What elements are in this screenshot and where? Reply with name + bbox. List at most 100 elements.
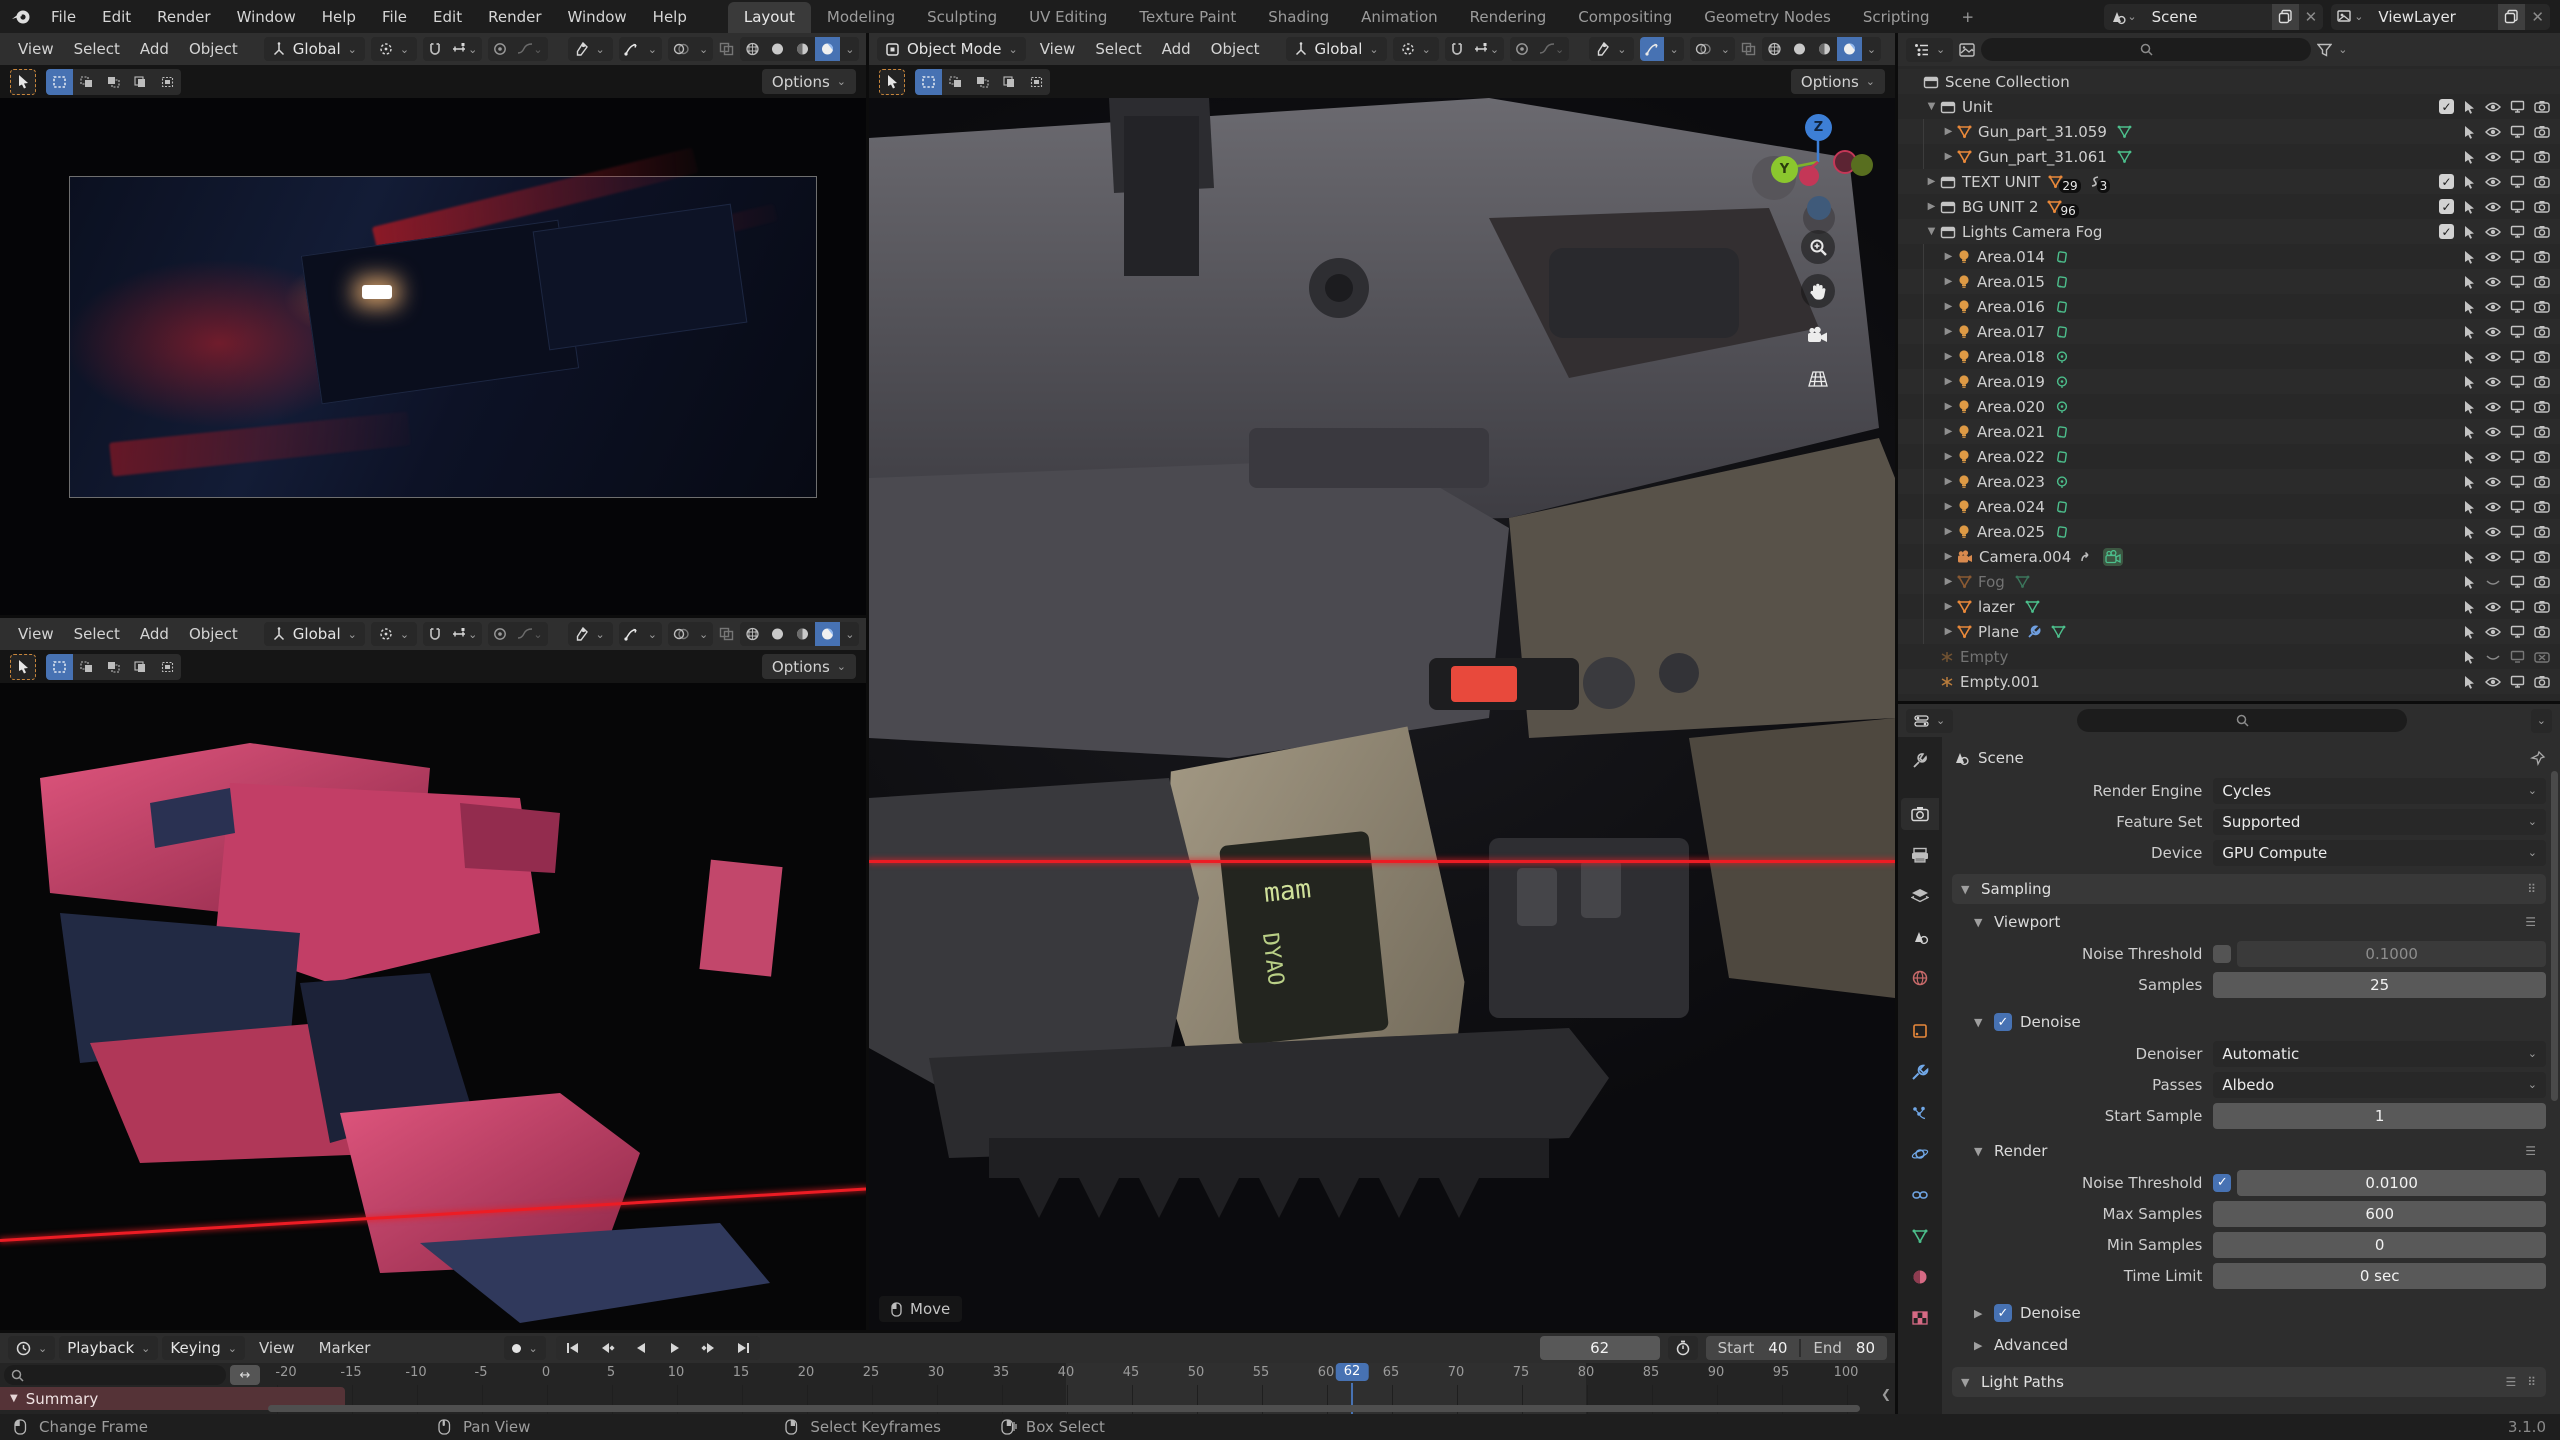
expand-closed-icon[interactable]: ▶: [1940, 276, 1957, 287]
select-intersect-icon[interactable]: [154, 654, 181, 680]
viewlayer-icon[interactable]: ⌄: [2331, 4, 2368, 30]
expand-closed-icon[interactable]: ▶: [1923, 176, 1940, 187]
properties-tab-view-layer[interactable]: [1901, 880, 1939, 912]
select-tool-icon[interactable]: [879, 69, 905, 95]
disable-render-icon[interactable]: [2534, 575, 2550, 588]
disable-render-icon[interactable]: [2534, 475, 2550, 488]
xray-toggle-icon[interactable]: [719, 42, 734, 56]
viewport-camera-canvas[interactable]: [0, 98, 866, 615]
overlays-dropdown[interactable]: ⌄: [694, 622, 713, 646]
options-button[interactable]: Options⌄: [762, 654, 856, 679]
disable-render-icon[interactable]: [2534, 600, 2550, 613]
tab-uv-editing[interactable]: UV Editing: [1013, 2, 1123, 33]
viewlayer-copy-icon[interactable]: [2498, 4, 2525, 30]
show-gizmo-icon[interactable]: [619, 622, 643, 646]
jump-to-end-icon[interactable]: [726, 1336, 760, 1360]
disable-viewport-icon[interactable]: [2510, 400, 2525, 413]
options-button[interactable]: Options⌄: [1791, 69, 1885, 94]
shading-rendered-icon[interactable]: [815, 622, 840, 646]
disable-viewport-off-icon[interactable]: [2510, 650, 2525, 663]
outliner-row-area-022[interactable]: ▶Area.022: [1898, 444, 2560, 469]
orientation-dropdown[interactable]: Global⌄: [264, 37, 365, 61]
snap-target-dropdown[interactable]: ⌄: [1469, 37, 1504, 61]
expand-closed-icon[interactable]: ▶: [1940, 501, 1957, 512]
select-invert-icon[interactable]: [127, 69, 154, 95]
select-pointer-icon[interactable]: [2463, 300, 2476, 314]
select-box-icon[interactable]: [46, 654, 73, 680]
tab-layout[interactable]: Layout: [728, 2, 811, 33]
overlays-dropdown[interactable]: ⌄: [694, 37, 713, 61]
select-pointer-icon[interactable]: [2463, 550, 2476, 564]
annotate-dropdown[interactable]: ⌄: [568, 622, 613, 646]
axis-y[interactable]: Y: [1771, 156, 1798, 183]
expand-channels-icon[interactable]: ↔: [230, 1365, 260, 1385]
expand-closed-icon[interactable]: ▶: [1940, 301, 1957, 312]
expand-open-icon[interactable]: ▼: [1923, 101, 1940, 112]
disable-viewport-icon[interactable]: [2510, 450, 2525, 463]
outliner-item-label[interactable]: Area.019: [1977, 373, 2045, 391]
snap-magnet-icon[interactable]: [1445, 37, 1469, 61]
keying-menu[interactable]: Keying⌄: [162, 1336, 245, 1360]
outliner-row-gun-part-31-061[interactable]: ▶Gun_part_31.061: [1898, 144, 2560, 169]
disable-render-icon[interactable]: [2534, 375, 2550, 388]
current-frame-badge[interactable]: 62: [1336, 1363, 1369, 1381]
current-frame-field[interactable]: 62: [1540, 1336, 1660, 1360]
properties-tab-constraints[interactable]: [1901, 1179, 1939, 1211]
viewlayer-remove-icon[interactable]: ✕: [2525, 4, 2550, 30]
use-preview-range-icon[interactable]: [1668, 1336, 1698, 1360]
tab-geometry-nodes[interactable]: Geometry Nodes: [1688, 2, 1847, 33]
select-subtract-icon[interactable]: [969, 69, 996, 95]
snap-magnet-icon[interactable]: [423, 622, 447, 646]
filter-icon[interactable]: [2317, 43, 2332, 57]
outliner-row-empty-001[interactable]: Empty.001: [1898, 669, 2560, 694]
noise-threshold-field[interactable]: 0.1000: [2237, 941, 2546, 967]
shading-wireframe-icon[interactable]: [740, 37, 765, 61]
outliner-row-lights-camera-fog[interactable]: ▼Lights Camera Fog✓: [1898, 219, 2560, 244]
pivot-dropdown[interactable]: ⌄: [371, 37, 417, 61]
disable-viewport-icon[interactable]: [2510, 300, 2525, 313]
advanced-subpanel-header[interactable]: ▶Advanced: [1952, 1331, 2546, 1359]
outliner-row-text-unit[interactable]: ▶TEXT UNIT293✓: [1898, 169, 2560, 194]
menu-window[interactable]: Window: [224, 4, 309, 30]
orientation-dropdown[interactable]: Global⌄: [1286, 37, 1387, 61]
expand-closed-icon[interactable]: ▶: [1940, 551, 1957, 562]
hide-eye-icon[interactable]: [2485, 101, 2501, 113]
select-pointer-icon[interactable]: [2463, 425, 2476, 439]
next-keyframe-icon[interactable]: [692, 1336, 726, 1360]
denoise-checkbox[interactable]: ✓: [1994, 1013, 2012, 1031]
menu-object[interactable]: Object: [1201, 37, 1270, 61]
outliner-item-label[interactable]: Area.018: [1977, 348, 2045, 366]
expand-closed-icon[interactable]: ▶: [1940, 151, 1957, 162]
start-sample-field[interactable]: 1: [2213, 1103, 2546, 1129]
exclude-checkbox[interactable]: ✓: [2439, 99, 2454, 114]
select-pointer-icon[interactable]: [2463, 675, 2476, 689]
pivot-dropdown[interactable]: ⌄: [1393, 37, 1439, 61]
editor-type-dropdown[interactable]: ⌄: [1906, 38, 1953, 62]
show-overlays-icon[interactable]: [668, 622, 694, 646]
select-pointer-icon[interactable]: [2463, 600, 2476, 614]
jump-to-start-icon[interactable]: [556, 1336, 590, 1360]
zoom-tool-icon[interactable]: [1801, 230, 1835, 264]
select-pointer-icon[interactable]: [2463, 175, 2476, 189]
camera-view-icon[interactable]: [1801, 318, 1835, 352]
select-extend-icon[interactable]: [942, 69, 969, 95]
viewport-main-canvas[interactable]: mam DYAO: [869, 98, 1895, 1330]
denoiser-dropdown[interactable]: Automatic⌄: [2213, 1041, 2546, 1067]
display-mode-icon[interactable]: [1959, 43, 1975, 57]
menu-window[interactable]: Window: [555, 4, 640, 30]
hide-eye-icon[interactable]: [2485, 401, 2501, 413]
play-icon[interactable]: [658, 1336, 692, 1360]
select-pointer-icon[interactable]: [2463, 650, 2476, 664]
menu-help[interactable]: Help: [640, 4, 700, 30]
outliner-row-scene-collection[interactable]: Scene Collection: [1898, 69, 2560, 94]
collapse-arrow-icon[interactable]: ❮: [1881, 1387, 1891, 1401]
feature-set-dropdown[interactable]: Supported⌄: [2213, 809, 2546, 835]
hide-eye-icon[interactable]: [2485, 301, 2501, 313]
menu-file[interactable]: File: [38, 4, 89, 30]
blender-logo-icon[interactable]: [10, 6, 32, 28]
disable-viewport-icon[interactable]: [2510, 425, 2525, 438]
hide-eye-icon[interactable]: [2485, 126, 2501, 138]
menu-help[interactable]: Help: [309, 4, 369, 30]
menu-select[interactable]: Select: [1085, 37, 1151, 61]
hide-eye-icon[interactable]: [2485, 676, 2501, 688]
